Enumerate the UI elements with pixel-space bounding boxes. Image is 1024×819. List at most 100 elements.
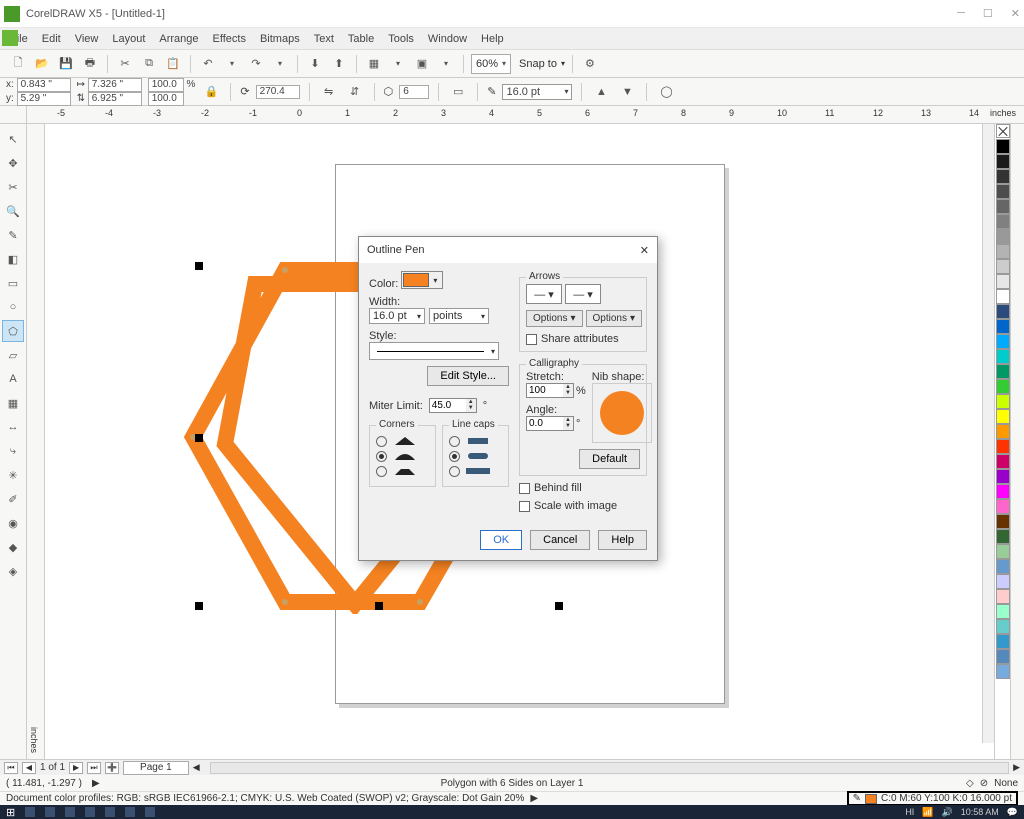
- text-tool-icon[interactable]: A: [2, 368, 24, 390]
- menu-item-effects[interactable]: Effects: [213, 33, 246, 45]
- color-swatch[interactable]: [996, 394, 1010, 409]
- color-swatch[interactable]: [996, 214, 1010, 229]
- dialog-titlebar[interactable]: Outline Pen ✕: [359, 237, 657, 263]
- basic-shapes-tool-icon[interactable]: ▱: [2, 344, 24, 366]
- menu-item-table[interactable]: Table: [348, 33, 374, 45]
- zoom-tool-icon[interactable]: 🔍: [2, 200, 24, 222]
- tray-sound-icon[interactable]: 🔊: [942, 807, 953, 818]
- first-page-button[interactable]: ⏮: [4, 762, 18, 774]
- miter-limit-input[interactable]: ▲▼: [429, 398, 477, 413]
- scale-x-input[interactable]: 100.0: [148, 78, 184, 92]
- freehand-tool-icon[interactable]: ✎: [2, 224, 24, 246]
- cap-square-radio[interactable]: [449, 466, 460, 477]
- color-swatch[interactable]: [996, 319, 1010, 334]
- redo-icon[interactable]: ↷: [246, 54, 266, 74]
- dialog-close-icon[interactable]: ✕: [640, 244, 649, 257]
- y-input[interactable]: 5.29 ": [17, 92, 71, 106]
- taskbar-app-icon[interactable]: [25, 807, 35, 817]
- scale-y-input[interactable]: 100.0: [148, 92, 184, 106]
- pick-tool-icon[interactable]: ↖: [2, 128, 24, 150]
- menu-item-help[interactable]: Help: [481, 33, 504, 45]
- arrow-end-options-button[interactable]: Options ▾: [586, 310, 643, 327]
- lock-ratio-icon[interactable]: 🔒: [201, 82, 221, 102]
- edit-style-button[interactable]: Edit Style...: [427, 366, 509, 386]
- arrow-end-dropdown[interactable]: — ▾: [565, 284, 601, 304]
- minimize-button[interactable]: ─: [957, 7, 965, 20]
- color-swatch[interactable]: [996, 199, 1010, 214]
- horizontal-scrollbar[interactable]: [210, 762, 1009, 774]
- tray-lang[interactable]: HI: [905, 807, 914, 817]
- color-swatch[interactable]: [996, 484, 1010, 499]
- outline-width-input[interactable]: 16.0 pt▾: [369, 308, 425, 324]
- launcher-dropdown-icon[interactable]: ▾: [388, 54, 408, 74]
- cut-icon[interactable]: ✂: [115, 54, 135, 74]
- import-icon[interactable]: ⬇: [305, 54, 325, 74]
- eyedropper-tool-icon[interactable]: ✐: [2, 488, 24, 510]
- mirror-h-icon[interactable]: ⇋: [319, 82, 339, 102]
- taskbar-app-icon[interactable]: [65, 807, 75, 817]
- ellipse-tool-icon[interactable]: ○: [2, 296, 24, 318]
- color-swatch[interactable]: [996, 604, 1010, 619]
- height-input[interactable]: 6.925 ": [88, 92, 142, 106]
- fill-tool-icon[interactable]: ◆: [2, 536, 24, 558]
- ok-button[interactable]: OK: [480, 530, 522, 550]
- snap-dropdown-icon[interactable]: ▾: [561, 59, 565, 68]
- maximize-button[interactable]: ☐: [983, 7, 993, 20]
- horizontal-scroll-left-icon[interactable]: ◀: [193, 762, 200, 773]
- color-swatch[interactable]: [996, 364, 1010, 379]
- to-back-icon[interactable]: ▼: [617, 82, 637, 102]
- color-swatch[interactable]: [996, 169, 1010, 184]
- menu-item-arrange[interactable]: Arrange: [159, 33, 198, 45]
- arrow-start-dropdown[interactable]: — ▾: [526, 284, 562, 304]
- profiles-more-icon[interactable]: ▶: [530, 793, 538, 804]
- corner-round-radio[interactable]: [376, 451, 387, 462]
- menu-item-text[interactable]: Text: [314, 33, 334, 45]
- behind-fill-checkbox[interactable]: Behind fill: [519, 482, 647, 494]
- cap-flat-radio[interactable]: [449, 436, 460, 447]
- color-swatch[interactable]: [996, 304, 1010, 319]
- color-swatch[interactable]: [996, 259, 1010, 274]
- welcome-icon[interactable]: ▣: [412, 54, 432, 74]
- color-swatch[interactable]: [996, 649, 1010, 664]
- welcome-dropdown-icon[interactable]: ▾: [436, 54, 456, 74]
- new-icon[interactable]: 🗋: [8, 54, 28, 74]
- help-button[interactable]: Help: [598, 530, 647, 550]
- color-swatch[interactable]: [996, 469, 1010, 484]
- color-swatch[interactable]: [996, 244, 1010, 259]
- undo-dropdown-icon[interactable]: ▾: [222, 54, 242, 74]
- convert-curves-icon[interactable]: ◯: [656, 82, 676, 102]
- menu-item-bitmaps[interactable]: Bitmaps: [260, 33, 300, 45]
- color-swatch[interactable]: [996, 589, 1010, 604]
- taskbar-app-icon[interactable]: [125, 807, 135, 817]
- color-swatch[interactable]: [996, 544, 1010, 559]
- color-swatch[interactable]: [996, 334, 1010, 349]
- add-page-button[interactable]: ➕: [105, 762, 119, 774]
- polygon-tool-icon[interactable]: ⬠: [2, 320, 24, 342]
- color-swatch[interactable]: [996, 379, 1010, 394]
- outline-unit-dropdown[interactable]: points▾: [429, 308, 489, 324]
- snap-to-label[interactable]: Snap to: [519, 58, 557, 70]
- menu-item-view[interactable]: View: [75, 33, 99, 45]
- selection-handle[interactable]: [195, 262, 203, 270]
- outline-tool-icon[interactable]: ◉: [2, 512, 24, 534]
- shape-tool-icon[interactable]: ✥: [2, 152, 24, 174]
- color-swatch[interactable]: [996, 664, 1010, 679]
- taskbar-app-icon[interactable]: [45, 807, 55, 817]
- cancel-button[interactable]: Cancel: [530, 530, 590, 550]
- dimension-tool-icon[interactable]: ↔: [2, 416, 24, 438]
- menu-item-layout[interactable]: Layout: [112, 33, 145, 45]
- prev-page-button[interactable]: ◀: [22, 762, 36, 774]
- save-icon[interactable]: 💾: [56, 54, 76, 74]
- cap-round-radio[interactable]: [449, 451, 460, 462]
- arrow-start-options-button[interactable]: Options ▾: [526, 310, 583, 327]
- color-swatch[interactable]: [996, 184, 1010, 199]
- width-input[interactable]: 7.326 ": [88, 78, 142, 92]
- close-button[interactable]: ✕: [1011, 7, 1020, 20]
- menu-item-window[interactable]: Window: [428, 33, 467, 45]
- tray-time[interactable]: 10:58 AM: [961, 807, 999, 817]
- horizontal-scroll-right-icon[interactable]: ▶: [1013, 762, 1020, 773]
- color-swatch[interactable]: [996, 409, 1010, 424]
- rectangle-tool-icon[interactable]: ▭: [2, 272, 24, 294]
- wrap-icon[interactable]: ▭: [448, 82, 468, 102]
- color-swatch[interactable]: [996, 514, 1010, 529]
